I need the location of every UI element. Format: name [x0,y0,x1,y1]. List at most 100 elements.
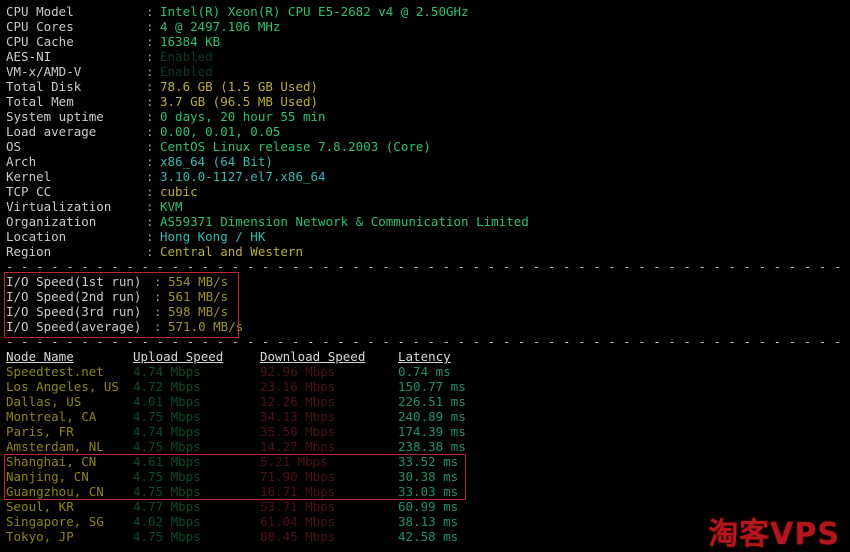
cell-upload-speed: 4.72 Mbps [133,379,201,394]
cell-latency: 33.03 ms [398,484,459,499]
watermark: 淘客VPS [708,517,840,552]
cell-upload-speed: 4.61 Mbps [133,454,201,469]
info-label: Total Mem [6,94,74,109]
cell-node-name: Speedtest.net [6,364,104,379]
info-label: Virtualization [6,199,112,214]
info-row: CPU Model: Intel(R) Xeon(R) CPU E5-2682 v… [6,4,850,19]
io-speed-row: I/O Speed(2nd run):561 MB/s [6,289,850,304]
separator-top: - - - - - - - - - - - - - - - - - - - - … [6,259,850,274]
info-label: Load average [6,124,97,139]
io-speed-label: I/O Speed(2nd run) [6,289,142,304]
info-row: CPU Cores:4 @ 2497.106 MHz [6,19,850,34]
io-speed-label: I/O Speed(1st run) [6,274,142,289]
io-speed-value: 561 MB/s [168,289,229,304]
cell-latency: 226.51 ms [398,394,466,409]
cell-node-name: Singapore, SG [6,514,104,529]
info-value: 0.00, 0.01, 0.05 [160,124,281,139]
cell-upload-speed: 4.02 Mbps [133,514,201,529]
cell-download-speed: 12.26 Mbps [260,394,336,409]
cell-download-speed: 61.04 Mbps [260,514,336,529]
io-colon: : [154,289,162,304]
io-colon: : [154,274,162,289]
info-colon: : [146,169,154,184]
system-info-block: CPU Model: Intel(R) Xeon(R) CPU E5-2682 v… [6,4,850,259]
cell-upload-speed: 4.74 Mbps [133,364,201,379]
info-colon: : [146,34,154,49]
header-latency: Latency [398,349,451,364]
cell-latency: 42.58 ms [398,529,459,544]
info-colon: : [146,244,154,259]
info-value: Central and Western [160,244,303,259]
info-label: CPU Cache [6,34,74,49]
cell-download-speed: 71.90 Mbps [260,469,336,484]
info-row: AES-NI: Enabled [6,49,850,64]
info-label: CPU Model [6,4,74,19]
io-speed-value: 598 MB/s [168,304,229,319]
terminal-screen: CPU Model: Intel(R) Xeon(R) CPU E5-2682 v… [0,0,850,552]
info-label: OS [6,139,22,154]
info-row: TCP CC: cubic [6,184,850,199]
info-value: 3.10.0-1127.el7.x86_64 [160,169,326,184]
cell-node-name: Paris, FR [6,424,74,439]
io-speed-block: I/O Speed(1st run):554 MB/s I/O Speed(2nd… [6,274,850,334]
cell-download-speed: 16.71 Mbps [260,484,336,499]
io-speed-value: 571.0 MB/s [168,319,244,334]
info-row: Region: Central and Western [6,244,850,259]
info-row: OS: CentOS Linux release 7.8.2003 (Core) [6,139,850,154]
cell-node-name: Nanjing, CN [6,469,89,484]
cell-node-name: Dallas, US [6,394,82,409]
cell-node-name: Seoul, KR [6,499,74,514]
info-value: 0 days, 20 hour 55 min [160,109,326,124]
io-speed-row: I/O Speed(average):571.0 MB/s [6,319,850,334]
info-value: 3.7 GB (96.5 MB Used) [160,94,319,109]
info-colon: : [146,94,154,109]
io-speed-row: I/O Speed(1st run):554 MB/s [6,274,850,289]
table-row: Speedtest.net 4.74 Mbps 92.96 Mbps 0.74 ms [6,364,850,379]
table-row: Nanjing, CN 4.75 Mbps 71.90 Mbps 30.38 ms [6,469,850,484]
info-label: Region [6,244,52,259]
cell-download-speed: 23.16 Mbps [260,379,336,394]
info-row: Organization: AS59371 Dimension Network &… [6,214,850,229]
cell-latency: 238.38 ms [398,439,466,454]
info-label: Kernel [6,169,52,184]
cell-latency: 174.39 ms [398,424,466,439]
io-colon: : [154,304,162,319]
cell-node-name: Los Angeles, US [6,379,119,394]
io-colon: : [154,319,162,334]
info-row: Total Mem:3.7 GB (96.5 MB Used) [6,94,850,109]
cell-download-speed: 80.45 Mbps [260,529,336,544]
info-label: AES-NI [6,49,52,64]
info-value: Intel(R) Xeon(R) CPU E5-2682 v4 @ 2.50GH… [160,4,469,19]
info-value: cubic [160,184,198,199]
cell-node-name: Tokyo, JP [6,529,74,544]
info-label: System uptime [6,109,104,124]
cell-download-speed: 53.71 Mbps [260,499,336,514]
info-colon: : [146,124,154,139]
info-value: Hong Kong / HK [160,229,266,244]
info-row: System uptime:0 days, 20 hour 55 min [6,109,850,124]
info-value: Enabled [160,49,213,64]
header-upload-speed: Upload Speed [133,349,224,364]
info-value: AS59371 Dimension Network & Communicatio… [160,214,529,229]
info-label: Total Disk [6,79,82,94]
cell-upload-speed: 4.75 Mbps [133,409,201,424]
info-colon: : [146,64,154,79]
info-label: CPU Cores [6,19,74,34]
io-speed-label: I/O Speed(3rd run) [6,304,142,319]
info-value: 16384 KB [160,34,221,49]
table-row: Amsterdam, NL 4.75 Mbps 14.27 Mbps 238.38 m… [6,439,850,454]
info-colon: : [146,49,154,64]
cell-download-speed: 35.50 Mbps [260,424,336,439]
info-label: VM-x/AMD-V [6,64,82,79]
cell-upload-speed: 4.01 Mbps [133,394,201,409]
cell-upload-speed: 4.75 Mbps [133,484,201,499]
cell-latency: 30.38 ms [398,469,459,484]
info-row: Load average:0.00, 0.01, 0.05 [6,124,850,139]
table-row: Shanghai, CN 4.61 Mbps 5.21 Mbps 33.52 ms [6,454,850,469]
info-colon: : [146,19,154,34]
cell-latency: 150.77 ms [398,379,466,394]
io-speed-row: I/O Speed(3rd run):598 MB/s [6,304,850,319]
table-row: Guangzhou, CN 4.75 Mbps 16.71 Mbps 33.03 ms [6,484,850,499]
info-label: TCP CC [6,184,52,199]
info-row: Location: Hong Kong / HK [6,229,850,244]
